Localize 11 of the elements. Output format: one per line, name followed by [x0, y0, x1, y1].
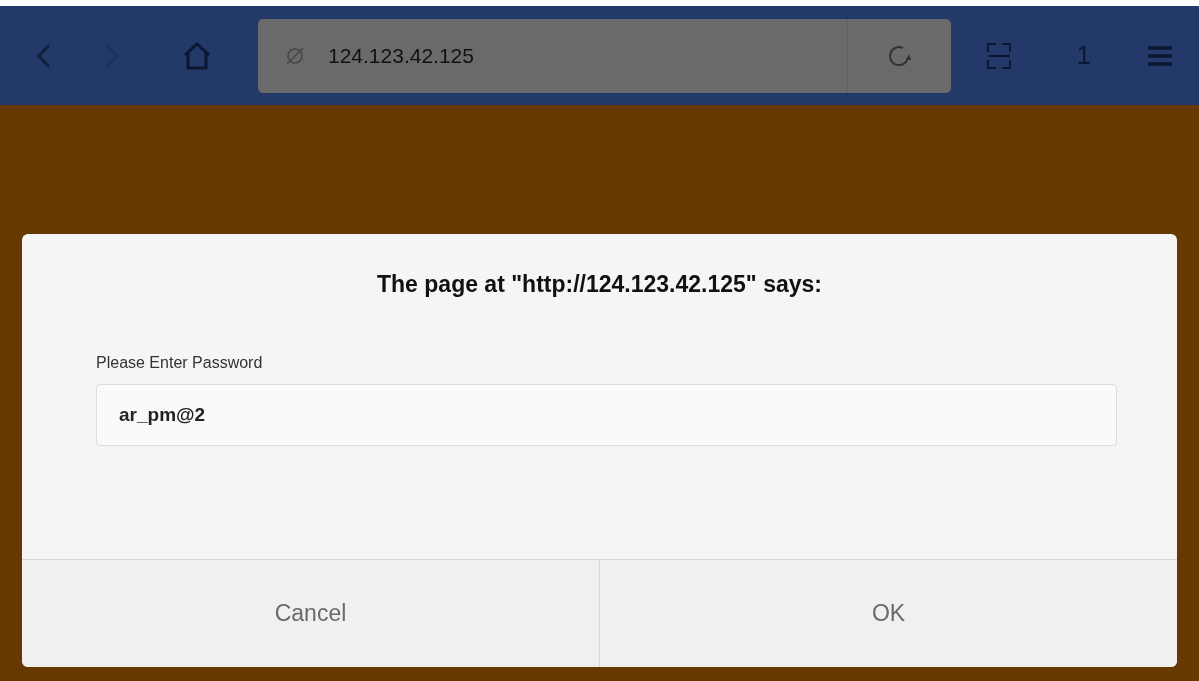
password-field[interactable]: ar_pm@2	[96, 384, 1117, 446]
address-bar[interactable]: 124.123.42.125	[258, 18, 951, 93]
dialog-title: The page at "http://124.123.42.125" says:	[377, 271, 822, 298]
home-icon	[182, 41, 212, 70]
frame-icon	[984, 41, 1013, 70]
cancel-button[interactable]: Cancel	[22, 560, 599, 667]
field-label: Please Enter Password	[96, 354, 263, 372]
chevron-left-icon	[36, 41, 52, 70]
ok-button[interactable]: OK	[599, 560, 1177, 667]
url-text: 124.123.42.125	[328, 43, 475, 68]
menu-icon	[1147, 44, 1173, 67]
